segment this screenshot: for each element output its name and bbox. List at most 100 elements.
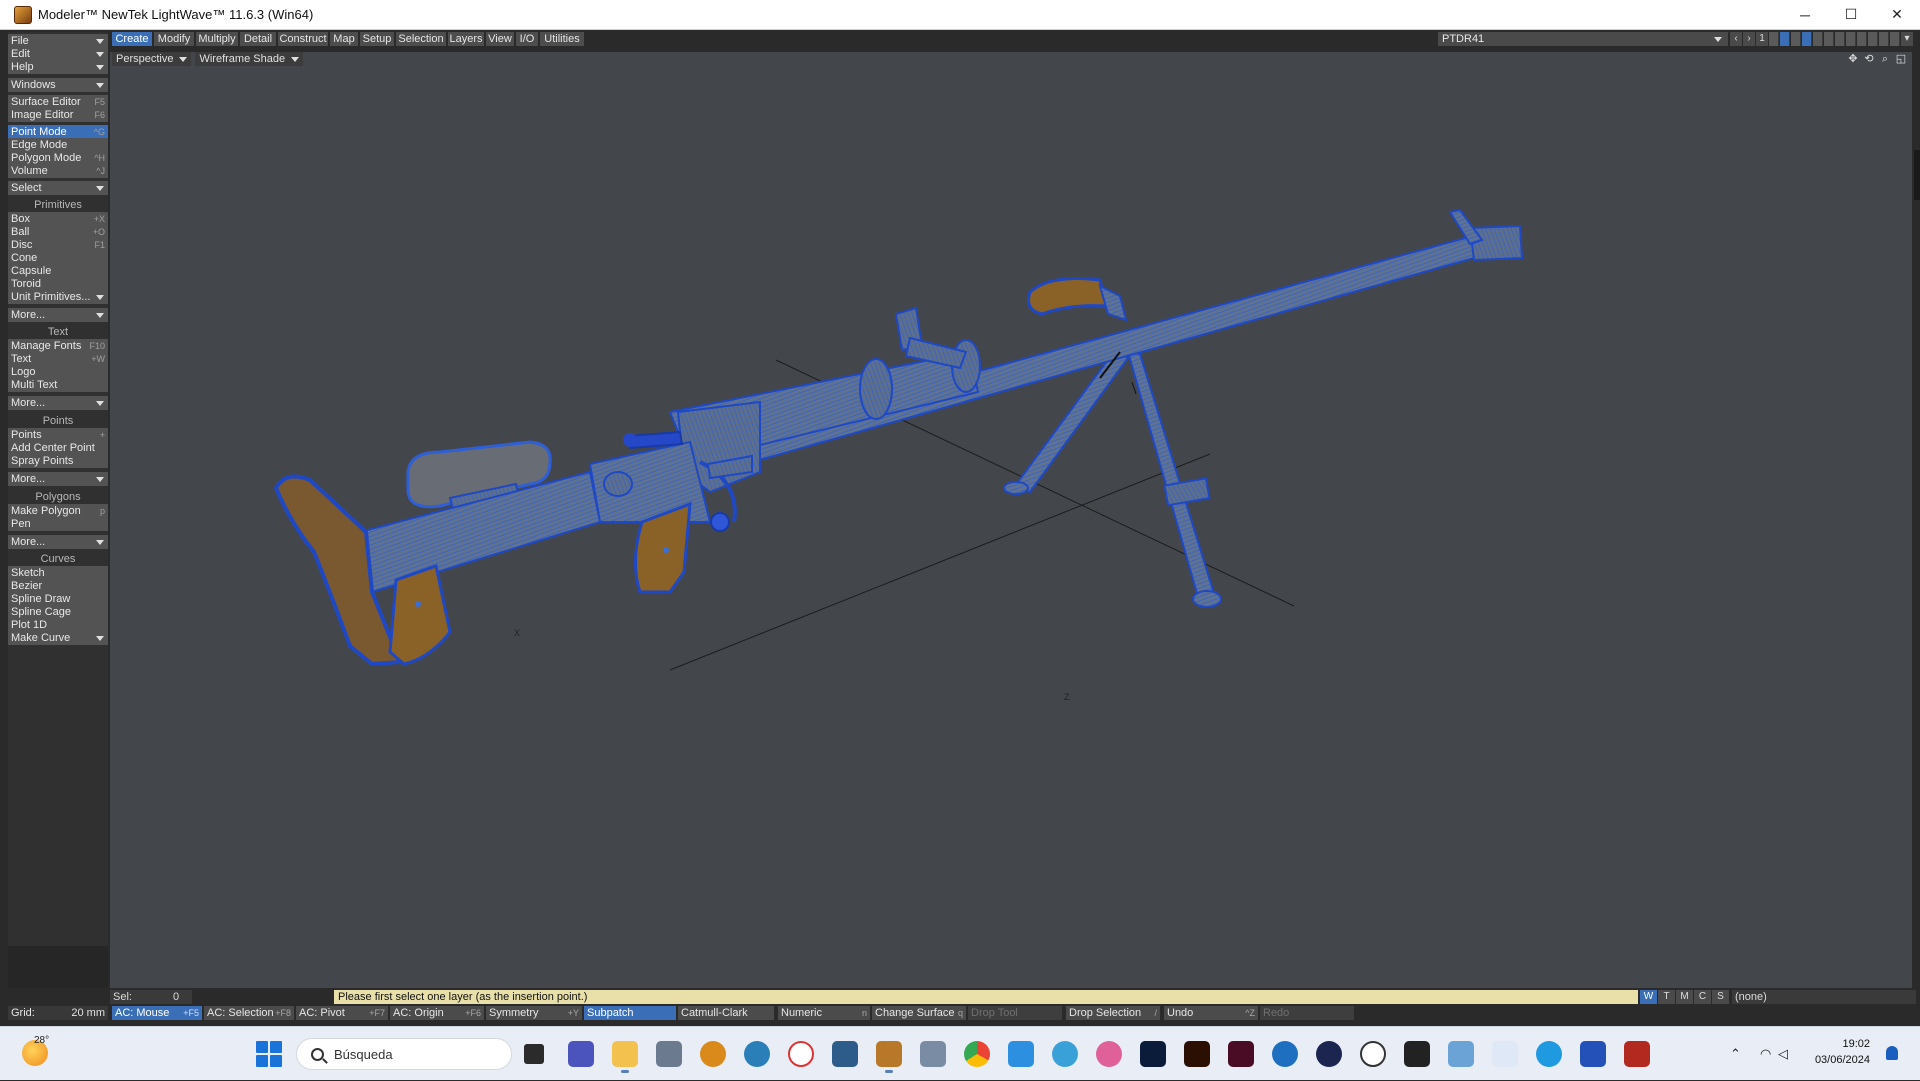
calculator-icon[interactable]: [656, 1041, 682, 1067]
points-more-menu[interactable]: More...: [8, 472, 108, 486]
illustrator-icon[interactable]: [1184, 1041, 1210, 1067]
multi-text-button[interactable]: Multi Text: [8, 378, 108, 392]
wtmcs-c-toggle[interactable]: C: [1694, 990, 1711, 1004]
wtmcs-s-toggle[interactable]: S: [1712, 990, 1729, 1004]
app-icon[interactable]: [1096, 1041, 1122, 1067]
layer-cell[interactable]: [1769, 32, 1779, 46]
layer-cell[interactable]: [1857, 32, 1867, 46]
blender-icon[interactable]: [700, 1041, 726, 1067]
layer-next-button[interactable]: ›: [1743, 32, 1755, 46]
wtmcs-m-toggle[interactable]: M: [1676, 990, 1693, 1004]
layer-cell[interactable]: [1879, 32, 1889, 46]
maximize-viewport-icon[interactable]: ◱: [1894, 52, 1908, 66]
subpatch-toggle[interactable]: Subpatch: [584, 1006, 676, 1020]
maximize-button[interactable]: ☐: [1828, 0, 1874, 30]
ac-origin-button[interactable]: AC: Origin +F6: [390, 1006, 484, 1020]
text-more-menu[interactable]: More...: [8, 396, 108, 410]
pen-button[interactable]: Pen: [8, 517, 108, 531]
app-icon[interactable]: [1360, 1041, 1386, 1067]
point-mode-button[interactable]: Point Mode ^G: [8, 125, 108, 139]
app-icon[interactable]: [1448, 1041, 1474, 1067]
rotate-icon[interactable]: ⟲: [1862, 52, 1876, 66]
minimize-button[interactable]: ─: [1782, 0, 1828, 30]
windows-menu[interactable]: Windows: [8, 78, 108, 92]
tab-multiply[interactable]: Multiply: [196, 32, 238, 46]
close-button[interactable]: ✕: [1874, 0, 1920, 30]
app-icon[interactable]: [1316, 1041, 1342, 1067]
clock[interactable]: 19:02 03/06/2024: [1800, 1036, 1870, 1068]
layer-cell[interactable]: [1824, 32, 1834, 46]
ac-pivot-button[interactable]: AC: Pivot +F7: [296, 1006, 388, 1020]
surface-editor-button[interactable]: Surface Editor F5: [8, 95, 108, 109]
add-center-point-button[interactable]: Add Center Point: [8, 441, 108, 455]
plot-1d-button[interactable]: Plot 1D: [8, 618, 108, 632]
layer-prev-button[interactable]: ‹: [1730, 32, 1742, 46]
symmetry-toggle[interactable]: Symmetry +Y: [486, 1006, 582, 1020]
volume-button[interactable]: Volume ^J: [8, 164, 108, 178]
spline-draw-button[interactable]: Spline Draw: [8, 592, 108, 606]
tab-setup[interactable]: Setup: [360, 32, 394, 46]
volume-icon[interactable]: ◁: [1778, 1046, 1788, 1062]
pan-icon[interactable]: ✥: [1846, 52, 1860, 66]
perspective-viewport[interactable]: Perspective Wireframe Shade ✥ ⟲ ⌕ ◱ X Z: [110, 52, 1912, 988]
app-icon[interactable]: [744, 1041, 770, 1067]
edit-menu[interactable]: Edit: [8, 47, 108, 61]
layer-cell[interactable]: [1835, 32, 1845, 46]
wtmcs-t-toggle[interactable]: T: [1658, 990, 1675, 1004]
app-icon[interactable]: [1052, 1041, 1078, 1067]
layer-menu-button[interactable]: ▾: [1901, 32, 1913, 46]
capsule-button[interactable]: Capsule: [8, 264, 108, 278]
object-select[interactable]: PTDR41: [1438, 32, 1728, 46]
help-menu[interactable]: Help: [8, 60, 108, 74]
monitor-icon[interactable]: [920, 1041, 946, 1067]
tab-selection[interactable]: Selection: [396, 32, 446, 46]
box-button[interactable]: Box +X: [8, 212, 108, 226]
file-menu[interactable]: File: [8, 34, 108, 48]
media-icon[interactable]: [832, 1041, 858, 1067]
subpatch-type-select[interactable]: Catmull-Clark: [678, 1006, 774, 1020]
xp-pen-icon[interactable]: [1404, 1041, 1430, 1067]
ac-mouse-button[interactable]: AC: Mouse +F5: [112, 1006, 202, 1020]
app-icon[interactable]: [1492, 1041, 1518, 1067]
taskbar-search[interactable]: Búsqueda: [296, 1038, 512, 1070]
layer-cell-active[interactable]: [1780, 32, 1790, 46]
change-surface-button[interactable]: Change Surface q: [872, 1006, 966, 1020]
toroid-button[interactable]: Toroid: [8, 277, 108, 291]
winrar-icon[interactable]: [1624, 1041, 1650, 1067]
surface-select[interactable]: (none): [1732, 990, 1916, 1004]
render-mode-select[interactable]: Wireframe Shade: [195, 52, 304, 66]
polygons-more-menu[interactable]: More...: [8, 535, 108, 549]
cone-button[interactable]: Cone: [8, 251, 108, 265]
primitives-more-menu[interactable]: More...: [8, 308, 108, 322]
disc-button[interactable]: Disc F1: [8, 238, 108, 252]
bezier-button[interactable]: Bezier: [8, 579, 108, 593]
edge-mode-button[interactable]: Edge Mode: [8, 138, 108, 152]
redo-button[interactable]: Redo: [1260, 1006, 1354, 1020]
model-view[interactable]: [110, 52, 1912, 988]
spline-cage-button[interactable]: Spline Cage: [8, 605, 108, 619]
layer-cell[interactable]: [1791, 32, 1801, 46]
points-button[interactable]: Points +: [8, 428, 108, 442]
spray-points-button[interactable]: Spray Points: [8, 454, 108, 468]
skype-icon[interactable]: [1536, 1041, 1562, 1067]
ac-selection-button[interactable]: AC: Selection +F8: [204, 1006, 294, 1020]
tab-detail[interactable]: Detail: [240, 32, 276, 46]
drop-selection-button[interactable]: Drop Selection /: [1066, 1006, 1160, 1020]
notification-icon[interactable]: [1886, 1046, 1898, 1060]
layer-cell[interactable]: [1813, 32, 1823, 46]
drop-tool-button[interactable]: Drop Tool: [968, 1006, 1062, 1020]
tab-create[interactable]: Create: [112, 32, 152, 46]
layer-cell[interactable]: [1846, 32, 1856, 46]
undo-button[interactable]: Undo ^Z: [1164, 1006, 1258, 1020]
make-polygon-button[interactable]: Make Polygon p: [8, 504, 108, 518]
tab-view[interactable]: View: [486, 32, 514, 46]
tab-modify[interactable]: Modify: [154, 32, 194, 46]
tab-io[interactable]: I/O: [516, 32, 538, 46]
chrome-icon[interactable]: [964, 1041, 990, 1067]
indesign-icon[interactable]: [1228, 1041, 1254, 1067]
layer-cell[interactable]: [1868, 32, 1878, 46]
layer-cell[interactable]: [1890, 32, 1900, 46]
text-button[interactable]: Text +W: [8, 352, 108, 366]
file-explorer-icon[interactable]: [612, 1041, 638, 1073]
numeric-button[interactable]: Numeric n: [778, 1006, 870, 1020]
